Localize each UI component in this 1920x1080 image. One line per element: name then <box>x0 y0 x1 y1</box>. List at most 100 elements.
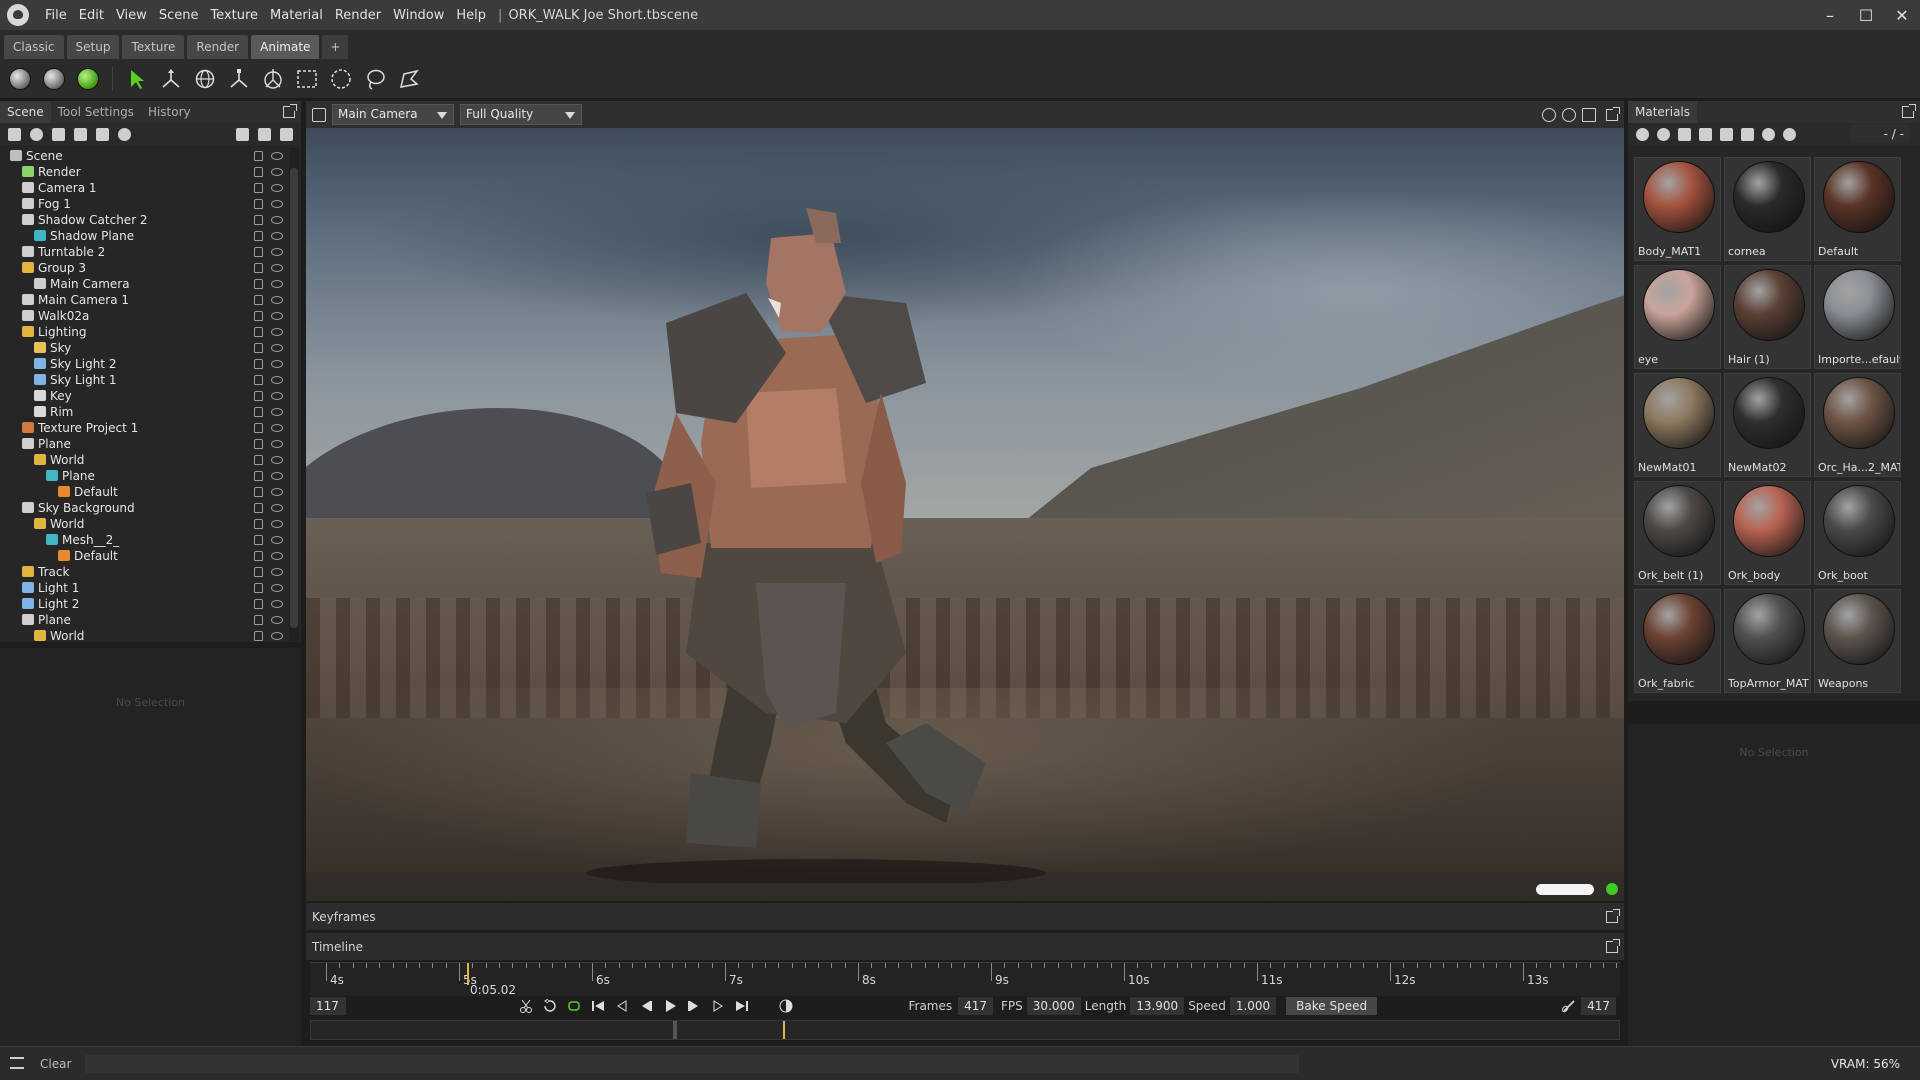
cut-icon[interactable] <box>519 999 533 1013</box>
play-icon[interactable] <box>663 999 677 1013</box>
new-group-icon[interactable] <box>236 127 249 141</box>
visibility-eye-icon[interactable] <box>271 440 283 448</box>
visibility-eye-icon[interactable] <box>271 632 283 640</box>
maximize-icon[interactable]: ☐ <box>1848 6 1884 25</box>
timeline-popout-icon[interactable] <box>1606 938 1620 953</box>
material-tile[interactable]: Weapons <box>1814 589 1901 693</box>
menu-scene[interactable]: Scene <box>153 8 205 23</box>
popout-icon[interactable] <box>283 104 297 118</box>
skip-end-icon[interactable] <box>735 999 749 1013</box>
material-tile[interactable]: Ork_boot <box>1814 481 1901 585</box>
visibility-eye-icon[interactable] <box>271 456 283 464</box>
tree-item[interactable]: World <box>0 628 288 641</box>
tree-item[interactable]: Light 1 <box>0 580 288 596</box>
tab-scene[interactable]: Scene <box>0 101 51 123</box>
lock-icon[interactable] <box>254 279 263 289</box>
keyframe-mode-icon[interactable] <box>779 999 793 1013</box>
visibility-eye-icon[interactable] <box>271 552 283 560</box>
loop-icon[interactable] <box>543 998 557 1013</box>
material-tile[interactable]: Ork_body <box>1724 481 1811 585</box>
visibility-eye-icon[interactable] <box>271 168 283 176</box>
tab-history[interactable]: History <box>141 101 198 123</box>
scale-tool-button[interactable] <box>225 65 253 93</box>
duplicate-material-icon[interactable] <box>1657 127 1670 141</box>
polygon-select-button[interactable] <box>395 65 423 93</box>
delete-icon[interactable] <box>280 127 293 141</box>
folder-icon[interactable] <box>1699 127 1712 141</box>
tab-tool-settings[interactable]: Tool Settings <box>51 101 141 123</box>
rect-select-button[interactable] <box>293 65 321 93</box>
menu-view[interactable]: View <box>110 8 153 23</box>
render-preview-button[interactable] <box>74 65 102 93</box>
add-shadow-catcher-icon[interactable] <box>96 127 109 141</box>
visibility-eye-icon[interactable] <box>271 392 283 400</box>
skip-start-icon[interactable] <box>591 999 605 1013</box>
material-tile[interactable]: Importe...efault <box>1814 265 1901 369</box>
assign-icon[interactable] <box>1762 127 1775 141</box>
end-frame-field[interactable]: 417 <box>1581 997 1616 1015</box>
scene-tree-scrollbar[interactable] <box>289 148 299 641</box>
visibility-eye-icon[interactable] <box>271 232 283 240</box>
tab-classic[interactable]: Classic <box>4 35 64 59</box>
visibility-eye-icon[interactable] <box>271 600 283 608</box>
lock-icon[interactable] <box>254 375 263 385</box>
lock-icon[interactable] <box>254 455 263 465</box>
lock-icon[interactable] <box>254 535 263 545</box>
speed-field[interactable]: 1.000 <box>1229 997 1277 1015</box>
move-tool-button[interactable] <box>157 65 185 93</box>
menu-edit[interactable]: Edit <box>73 8 110 23</box>
material-tile[interactable]: TopArmor_MAT <box>1724 589 1811 693</box>
lasso-select-button[interactable] <box>361 65 389 93</box>
material-tile[interactable]: NewMat01 <box>1634 373 1721 477</box>
visibility-eye-icon[interactable] <box>271 344 283 352</box>
lock-icon[interactable] <box>254 391 263 401</box>
lock-icon[interactable] <box>254 567 263 577</box>
tree-item[interactable]: Sky Background <box>0 500 288 516</box>
visibility-eye-icon[interactable] <box>271 376 283 384</box>
current-frame-field[interactable]: 117 <box>310 997 346 1015</box>
visibility-eye-icon[interactable] <box>271 408 283 416</box>
tree-item[interactable]: Sky <box>0 340 288 356</box>
frames-field[interactable]: 417 <box>958 997 994 1015</box>
add-tab-button[interactable]: + <box>322 35 349 59</box>
repeat-icon[interactable] <box>567 999 581 1013</box>
lock-icon[interactable] <box>254 551 263 561</box>
visibility-eye-icon[interactable] <box>271 152 283 160</box>
visibility-eye-icon[interactable] <box>271 200 283 208</box>
tree-item[interactable]: Plane <box>0 468 288 484</box>
tree-item[interactable]: Lighting <box>0 324 288 340</box>
lock-icon[interactable] <box>254 423 263 433</box>
visibility-eye-icon[interactable] <box>271 616 283 624</box>
step-forward-icon[interactable] <box>687 999 701 1013</box>
visibility-eye-icon[interactable] <box>271 216 283 224</box>
material-tile[interactable]: Ork_belt (1) <box>1634 481 1721 585</box>
fps-field[interactable]: 30.000 <box>1026 997 1081 1015</box>
bake-speed-button[interactable]: Bake Speed <box>1286 997 1378 1015</box>
tree-item[interactable]: Group 3 <box>0 260 288 276</box>
tree-item[interactable]: Walk02a <box>0 308 288 324</box>
duplicate-icon[interactable] <box>258 127 271 141</box>
next-key-icon[interactable] <box>711 999 725 1013</box>
tree-item[interactable]: Texture Project 1 <box>0 420 288 436</box>
material-tile[interactable]: Body_MAT1 <box>1634 157 1721 261</box>
prev-key-icon[interactable] <box>615 999 629 1013</box>
material-tile[interactable]: NewMat02 <box>1724 373 1811 477</box>
material-tile[interactable]: Default <box>1814 157 1901 261</box>
lock-icon[interactable] <box>254 615 263 625</box>
lock-icon[interactable] <box>254 631 263 641</box>
menu-help[interactable]: Help <box>450 8 492 23</box>
visibility-eye-icon[interactable] <box>271 488 283 496</box>
materials-popout-icon[interactable] <box>1902 104 1916 118</box>
camera-icon[interactable] <box>312 107 326 122</box>
lock-icon[interactable] <box>254 439 263 449</box>
material-tile[interactable]: eye <box>1634 265 1721 369</box>
tree-item[interactable]: Rim <box>0 404 288 420</box>
scrub-playhead[interactable] <box>783 1021 785 1039</box>
tree-item[interactable]: Default <box>0 484 288 500</box>
add-fog-icon[interactable] <box>74 127 87 141</box>
lock-icon[interactable] <box>254 247 263 257</box>
visibility-eye-icon[interactable] <box>271 360 283 368</box>
visibility-eye-icon[interactable] <box>271 184 283 192</box>
lock-icon[interactable] <box>254 599 263 609</box>
tree-item[interactable]: Sky Light 1 <box>0 372 288 388</box>
